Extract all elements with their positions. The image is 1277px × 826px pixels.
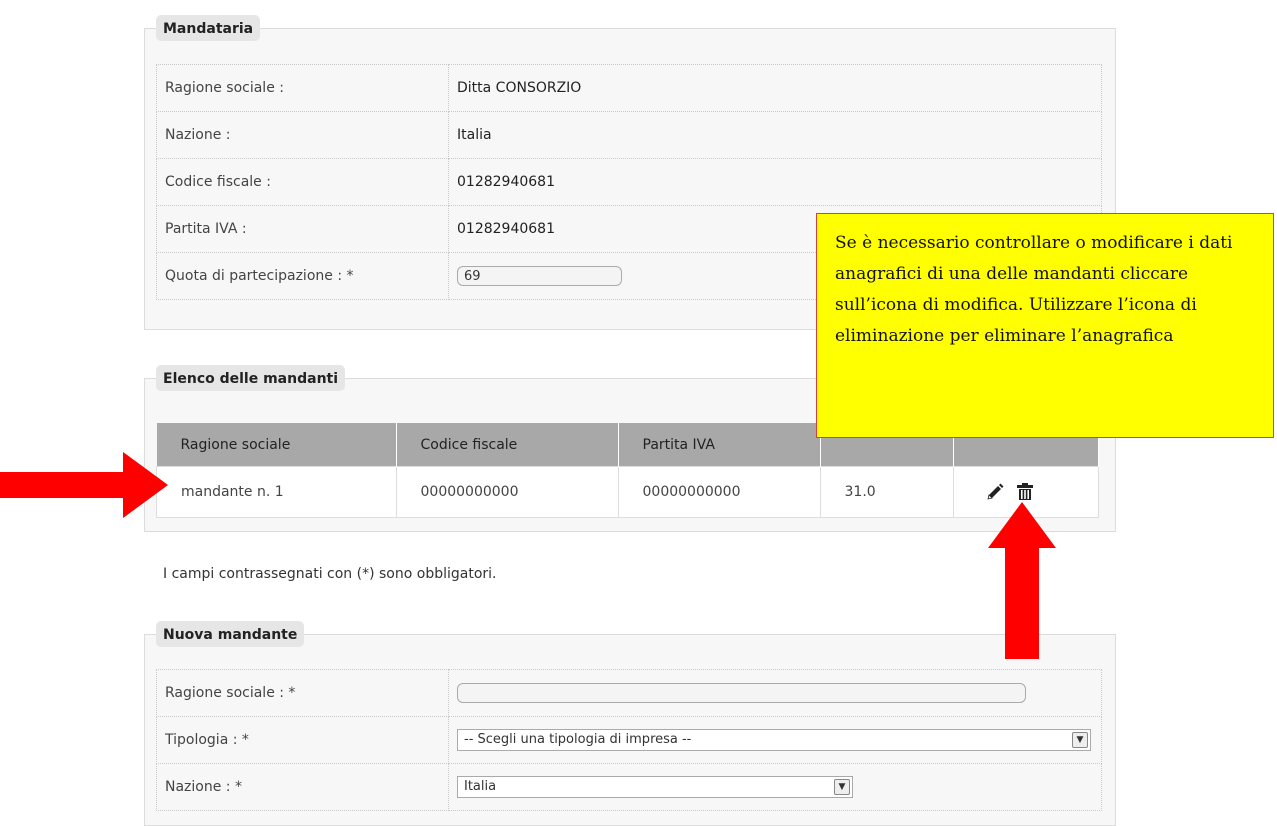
- nazione-select-label: Nazione : *: [156, 763, 449, 811]
- chevron-down-icon: ▼: [1072, 732, 1088, 748]
- cell-ragione-sociale: mandante n. 1: [156, 466, 397, 518]
- cell-partita-iva: 00000000000: [617, 466, 821, 518]
- arrow-up-icon: [988, 502, 1056, 659]
- nuova-row: Ragione sociale : *: [156, 669, 1102, 717]
- nuova-mandante-table: Ragione sociale : * Tipologia : * -- Sce…: [156, 669, 1102, 811]
- nazione-select-value: Italia: [464, 779, 497, 794]
- quota-input[interactable]: [457, 266, 622, 286]
- nazione-value: Italia: [448, 111, 1102, 159]
- codice-fiscale-value: 01282940681: [448, 158, 1102, 206]
- nuova-mandante-legend: Nuova mandante: [156, 621, 305, 647]
- nazione-cell: Italia ▼: [448, 763, 1102, 811]
- mandataria-legend: Mandataria: [156, 15, 261, 41]
- cell-codice-fiscale: 00000000000: [395, 466, 619, 518]
- callout-note: Se è necessario controllare o modificare…: [816, 213, 1274, 438]
- partita-iva-label: Partita IVA :: [156, 205, 449, 253]
- cell-quota: 31.0: [819, 466, 954, 518]
- tipologia-select-value: -- Scegli una tipologia di impresa --: [464, 732, 692, 747]
- mandataria-row: Codice fiscale : 01282940681: [156, 158, 1102, 206]
- ragione-sociale-label: Ragione sociale :: [156, 64, 449, 112]
- mandataria-row: Nazione : Italia: [156, 111, 1102, 159]
- tipologia-select[interactable]: -- Scegli una tipologia di impresa -- ▼: [457, 729, 1091, 751]
- mandanti-legend: Elenco delle mandanti: [156, 365, 346, 391]
- ragione-sociale-input[interactable]: [457, 683, 1026, 703]
- col-partita-iva: Partita IVA: [618, 423, 821, 467]
- tipologia-cell: -- Scegli una tipologia di impresa -- ▼: [448, 716, 1102, 764]
- nuova-mandante-section: Nuova mandante Ragione sociale : * Tipol…: [144, 621, 1116, 826]
- arrow-right-icon: [0, 452, 168, 518]
- col-codice-fiscale: Codice fiscale: [396, 423, 619, 467]
- nuova-ragione-cell: [448, 669, 1102, 717]
- required-fields-note: I campi contrassegnati con (*) sono obbl…: [163, 566, 497, 582]
- ragione-sociale-value: Ditta CONSORZIO: [448, 64, 1102, 112]
- nazione-select[interactable]: Italia ▼: [457, 776, 853, 798]
- chevron-down-icon: ▼: [834, 779, 850, 795]
- col-ragione-sociale: Ragione sociale: [156, 423, 397, 467]
- trash-icon[interactable]: [1014, 481, 1036, 503]
- pencil-icon[interactable]: [984, 481, 1006, 503]
- nuova-row: Nazione : * Italia ▼: [156, 763, 1102, 811]
- codice-fiscale-label: Codice fiscale :: [156, 158, 449, 206]
- mandataria-row: Ragione sociale : Ditta CONSORZIO: [156, 64, 1102, 112]
- nazione-label: Nazione :: [156, 111, 449, 159]
- quota-label: Quota di partecipazione : *: [156, 252, 449, 300]
- table-row: mandante n. 1 00000000000 00000000000 31…: [156, 466, 1099, 518]
- tipologia-label: Tipologia : *: [156, 716, 449, 764]
- nuova-row: Tipologia : * -- Scegli una tipologia di…: [156, 716, 1102, 764]
- nuova-ragione-label: Ragione sociale : *: [156, 669, 449, 717]
